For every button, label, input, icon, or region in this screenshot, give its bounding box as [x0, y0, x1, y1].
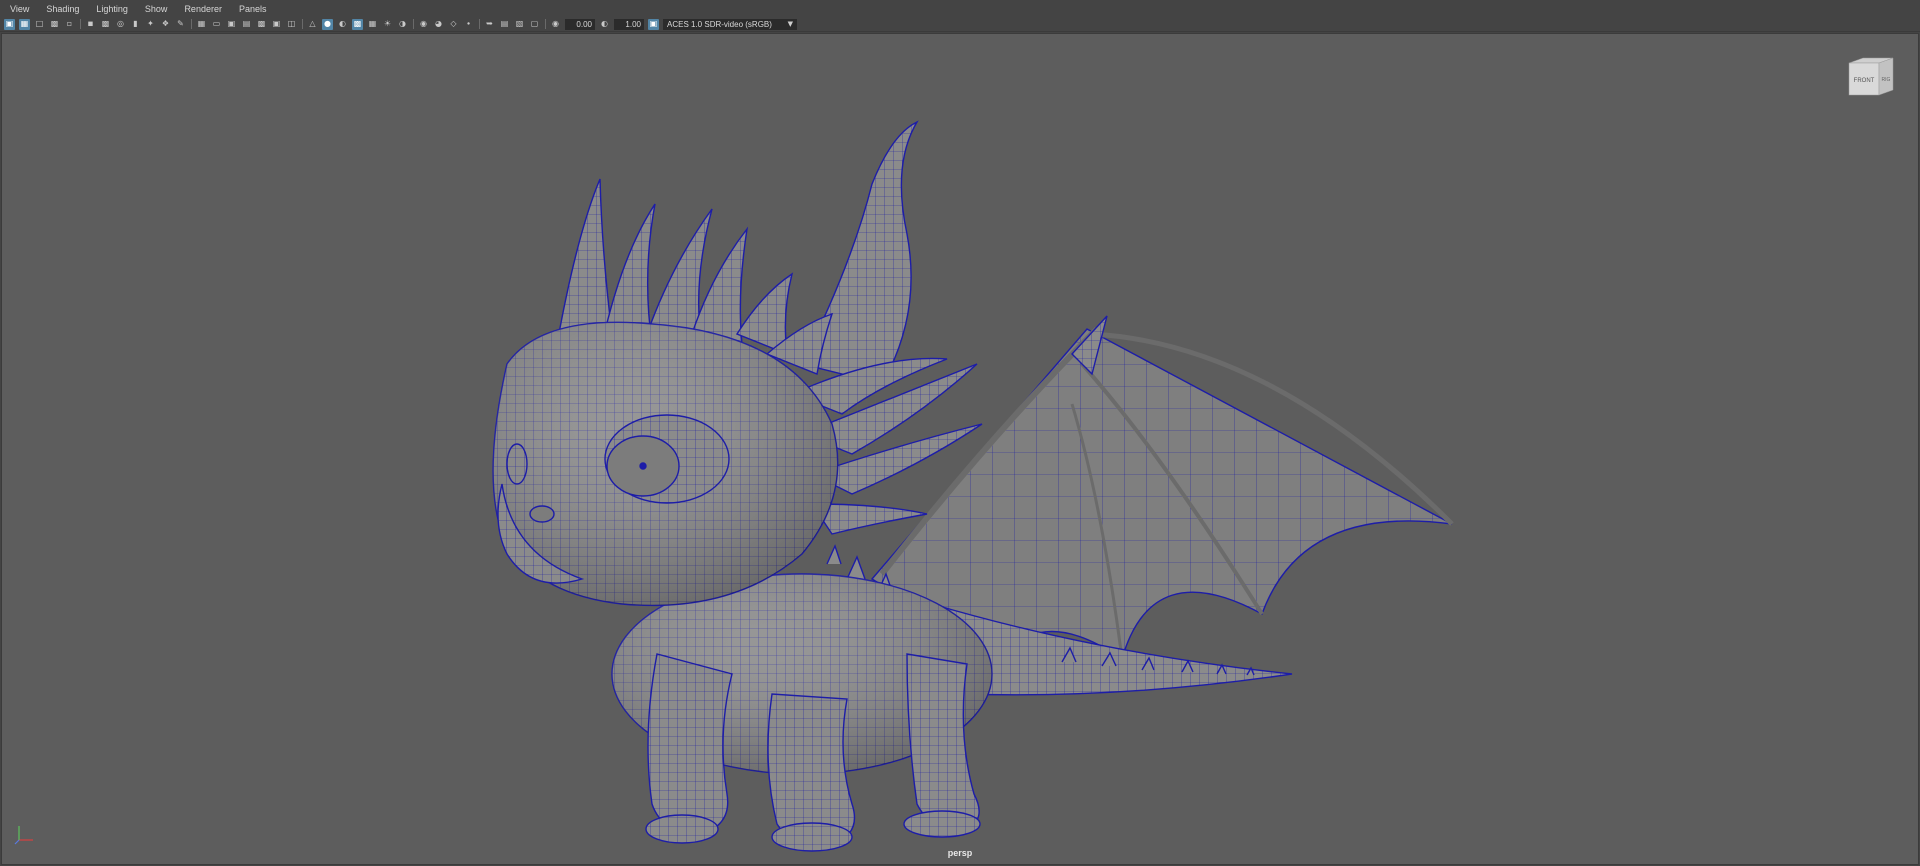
chevron-down-icon: ▼ [787, 20, 793, 28]
depth-of-field-icon[interactable]: ∙ [463, 19, 474, 30]
film-gate-outline-icon[interactable]: ▭ [211, 19, 222, 30]
viewcube-front-label: FRONT [1854, 78, 1875, 84]
smooth-shade-icon[interactable]: ● [322, 18, 333, 30]
persp-viewport[interactable]: FRONT RIG persp [1, 33, 1919, 865]
color-management-icon[interactable]: ▣ [648, 18, 659, 30]
safe-title-icon[interactable]: ◫ [286, 19, 297, 30]
isolate-icon[interactable]: ➥ [484, 19, 495, 30]
textured-icon[interactable]: ▦ [367, 19, 378, 30]
dragon-model-render [492, 120, 1454, 852]
exposure-icon[interactable]: ◉ [550, 19, 561, 30]
resolution-gate-icon[interactable]: ▣ [226, 19, 237, 30]
toolbar-separator [479, 19, 480, 29]
wireframe-icon[interactable]: △ [307, 19, 318, 30]
camera-name-label: persp [947, 848, 973, 858]
xray-icon[interactable]: ▤ [499, 19, 510, 30]
grid-icon[interactable]: ▦ [196, 19, 207, 30]
camera-icon[interactable]: ◾ [85, 19, 96, 30]
view-transform-select[interactable]: ACES 1.0 SDR-video (sRGB) ▼ [663, 18, 797, 30]
shadows-icon[interactable]: ◑ [397, 19, 408, 30]
default-material-icon[interactable]: ◐ [337, 19, 348, 30]
exposure-field[interactable]: 0.00 [565, 18, 595, 30]
panel-menubar: View Shading Lighting Show Renderer Pane… [0, 0, 1920, 17]
toolbar-separator [413, 19, 414, 29]
menu-panels[interactable]: Panels [239, 4, 267, 14]
gamma-field[interactable]: 1.00 [614, 18, 644, 30]
field-chart-icon[interactable]: ◎ [115, 19, 126, 30]
menu-view[interactable]: View [10, 4, 29, 14]
xray-joints-icon[interactable]: ▢ [529, 19, 540, 30]
lights-icon[interactable]: ☀ [382, 19, 393, 30]
view-transform-value: ACES 1.0 SDR-video (sRGB) [667, 19, 772, 29]
toolbar-separator [80, 19, 81, 29]
gamma-icon[interactable]: ◐ [599, 19, 610, 30]
safe-action-frame-icon[interactable]: ▣ [271, 19, 282, 30]
field-chart-grid-icon[interactable]: ▩ [256, 19, 267, 30]
pan-zoom-icon[interactable]: ❖ [160, 19, 171, 30]
toolbar-separator [545, 19, 546, 29]
lock-camera-icon[interactable]: ▦ [19, 18, 30, 30]
xray-active-icon[interactable]: ▧ [514, 19, 525, 30]
panel-toolbar: ▣ ▦ □ ▩ ▫ ◾ ▩ ◎ ▮ ✦ ❖ ✎ ▦ ▭ ▣ ▤ ▩ ▣ ◫ △ … [0, 17, 1920, 32]
menu-shading[interactable]: Shading [46, 4, 79, 14]
gate-mask-icon[interactable]: ▤ [241, 19, 252, 30]
camera-attributes-icon[interactable]: □ [34, 19, 45, 30]
screen-space-ao-icon[interactable]: ◉ [418, 19, 429, 30]
select-camera-icon[interactable]: ▣ [4, 18, 15, 30]
viewcube[interactable]: FRONT RIG [1847, 57, 1895, 97]
bookmark-icon[interactable]: ▮ [130, 19, 141, 30]
menu-renderer[interactable]: Renderer [184, 4, 222, 14]
safe-action-icon[interactable]: ✦ [145, 19, 156, 30]
bookmark-camera-icon[interactable]: ▩ [49, 19, 60, 30]
motion-blur-icon[interactable]: ◕ [433, 19, 444, 30]
anti-aliasing-icon[interactable]: ◇ [448, 19, 459, 30]
wireframe-on-shaded-icon[interactable]: ▩ [352, 18, 363, 30]
film-gate-icon[interactable]: ▩ [100, 19, 111, 30]
image-plane-icon[interactable]: ▫ [64, 19, 75, 30]
toolbar-separator [302, 19, 303, 29]
menu-show[interactable]: Show [145, 4, 168, 14]
toolbar-separator [191, 19, 192, 29]
axis-gizmo-icon [14, 826, 33, 845]
viewcube-side-label: RIG [1882, 77, 1891, 83]
grease-pencil-icon[interactable]: ✎ [175, 19, 186, 30]
menu-lighting[interactable]: Lighting [96, 4, 128, 14]
